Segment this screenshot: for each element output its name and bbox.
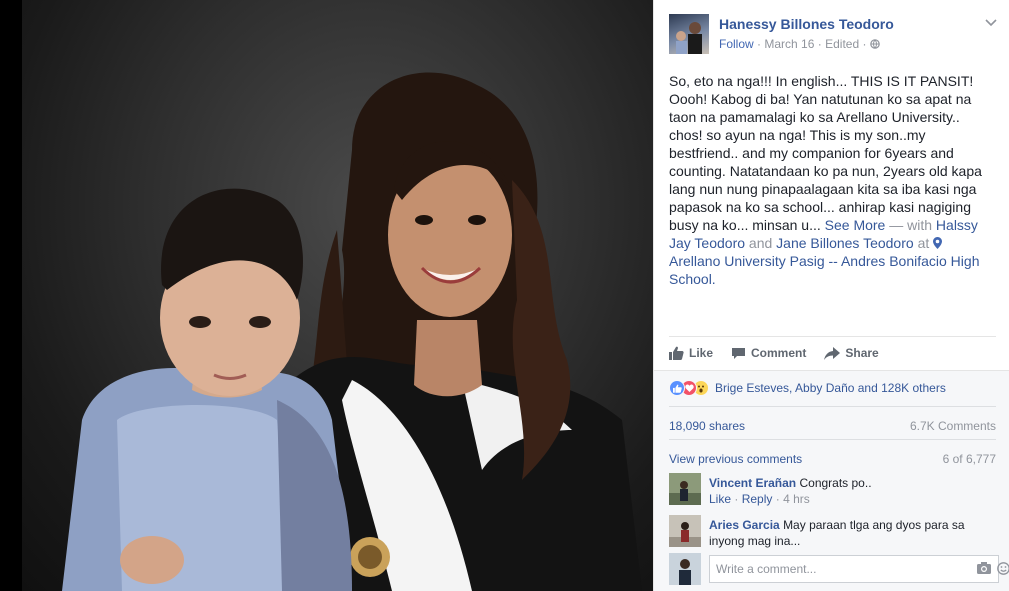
comment-body: Vincent Erañan Congrats po.. Like · Repl… — [709, 475, 999, 507]
commenter-avatar[interactable] — [669, 473, 701, 505]
like-reaction-icon — [669, 380, 685, 396]
post-side-panel: Hanessy Billones Teodoro Follow · March … — [653, 0, 1009, 591]
post-body: So, eto na nga!!! In english... THIS IS … — [669, 72, 989, 288]
avatar-image — [676, 22, 702, 54]
comment-reply-link[interactable]: Reply — [742, 492, 773, 506]
like-label: Like — [689, 346, 714, 360]
location-link[interactable]: Arellano University Pasig -- Andres Boni… — [669, 253, 979, 287]
at-label: at — [917, 235, 930, 251]
comment-like-link[interactable]: Like — [709, 492, 731, 506]
share-label: Share — [845, 346, 879, 360]
post-date[interactable]: March 16 — [764, 37, 814, 51]
thumbs-up-icon — [669, 346, 684, 360]
share-button[interactable]: Share — [824, 344, 879, 362]
and-label: and — [748, 235, 773, 251]
comment-icon — [732, 347, 746, 359]
divider — [669, 406, 996, 407]
author-name[interactable]: Hanessy Billones Teodoro — [719, 16, 894, 32]
comment-composer: Write a comment... — [669, 553, 1009, 585]
commenter-avatar[interactable] — [669, 515, 701, 547]
share-icon — [824, 346, 841, 360]
like-button[interactable]: Like — [669, 344, 713, 362]
comment-time[interactable]: 4 hrs — [783, 492, 810, 506]
commenter-name[interactable]: Vincent Erañan — [709, 476, 796, 490]
action-bar: Like Comment Share — [669, 344, 879, 362]
photo-viewer — [0, 0, 653, 591]
divider — [669, 336, 996, 337]
see-more-link[interactable]: See More — [825, 217, 886, 233]
divider — [669, 439, 996, 440]
reactions-row[interactable]: Brige Esteves, Abby Daño and 128K others — [669, 380, 946, 396]
camera-icon[interactable] — [977, 562, 991, 577]
author-avatar[interactable] — [669, 14, 709, 54]
comment-item: Aries Garcia May paraan tlga ang dyos pa… — [669, 515, 999, 551]
location-pin-icon — [933, 235, 943, 251]
comments-pager: 6 of 6,777 — [942, 452, 996, 466]
view-previous-comments[interactable]: View previous comments — [669, 452, 802, 466]
photo-illustration — [62, 72, 642, 591]
follow-link[interactable]: Follow — [719, 37, 754, 51]
shares-count[interactable]: 18,090 shares — [669, 419, 745, 433]
globe-icon[interactable] — [870, 37, 880, 51]
with-label: — with — [889, 217, 933, 233]
commenter-name[interactable]: Aries Garcia — [709, 518, 780, 532]
tagged-person-2[interactable]: Jane Billones Teodoro — [776, 235, 914, 251]
viewer-avatar — [669, 553, 701, 585]
reactors-text[interactable]: Brige Esteves, Abby Daño and 128K others — [715, 381, 946, 395]
post-body-text: So, eto na nga!!! In english... THIS IS … — [669, 73, 982, 233]
post-header: Hanessy Billones Teodoro Follow · March … — [669, 14, 999, 56]
chevron-down-icon[interactable] — [985, 16, 997, 30]
comment-actions: Like · Reply · 4 hrs — [709, 492, 810, 506]
post-meta: Follow · March 16 · Edited · — [719, 37, 880, 51]
comment-input[interactable]: Write a comment... — [709, 555, 999, 583]
comment-label: Comment — [751, 346, 807, 360]
comment-body: Aries Garcia May paraan tlga ang dyos pa… — [709, 517, 999, 549]
emoji-icon[interactable] — [997, 562, 1009, 578]
comment-text: Congrats po.. — [799, 476, 872, 490]
edited-label[interactable]: Edited — [825, 37, 859, 51]
comment-item: Vincent Erañan Congrats po.. Like · Repl… — [669, 473, 999, 509]
comments-count[interactable]: 6.7K Comments — [910, 419, 996, 433]
comment-button[interactable]: Comment — [731, 344, 806, 362]
post-photo[interactable] — [22, 0, 653, 591]
